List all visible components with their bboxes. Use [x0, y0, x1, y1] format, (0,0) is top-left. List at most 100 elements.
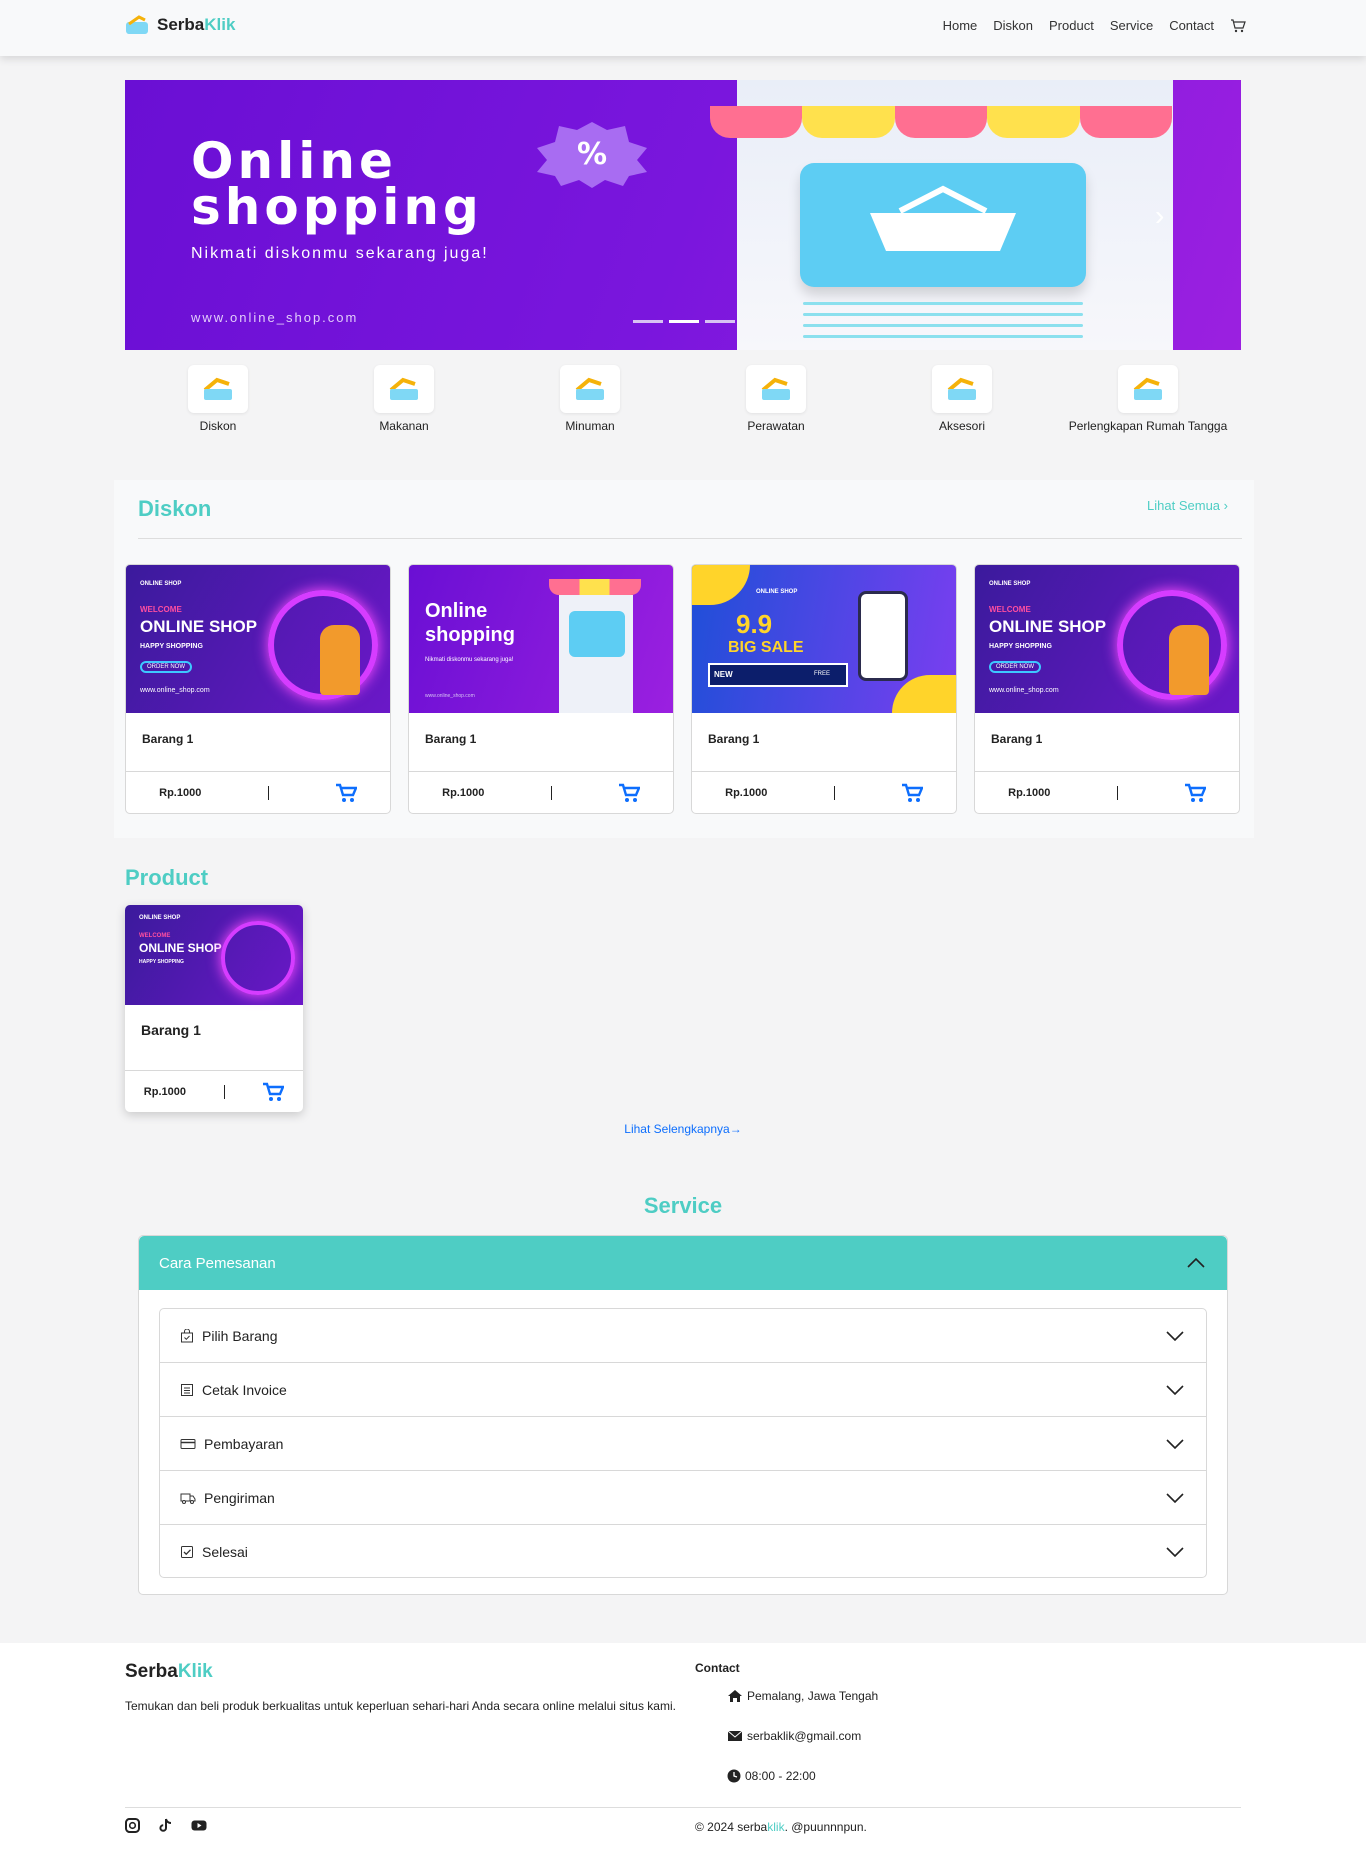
- card-footer: Rp.1000: [409, 771, 673, 813]
- hero-carousel: Online shopping % Nikmati diskonmu sekara…: [125, 80, 1241, 350]
- see-all-link[interactable]: Lihat Semua ›: [1147, 498, 1228, 513]
- accordion-header[interactable]: Cara Pemesanan: [139, 1236, 1227, 1290]
- add-to-cart-icon[interactable]: [262, 1082, 285, 1102]
- banner-title-b: shopping: [425, 624, 515, 646]
- carousel-dot[interactable]: [705, 320, 735, 323]
- carousel-dot[interactable]: [633, 320, 663, 323]
- card-footer: Rp.1000: [125, 1070, 303, 1112]
- product-image: ONLINE SHOP WELCOME ONLINE SHOP HAPPY SH…: [126, 565, 390, 713]
- online-shop-logo-icon[interactable]: [374, 365, 434, 413]
- online-shop-logo-icon[interactable]: [932, 365, 992, 413]
- banner-welcome: WELCOME: [139, 933, 171, 939]
- banner-brand: ONLINE SHOP: [139, 915, 181, 921]
- nav-diskon[interactable]: Diskon: [993, 18, 1033, 34]
- shopper-figure: [320, 625, 360, 695]
- nav-contact[interactable]: Contact: [1169, 18, 1214, 34]
- footer-divider: [125, 1807, 1241, 1808]
- card-footer: Rp.1000: [975, 771, 1239, 813]
- cart-icon[interactable]: [1230, 18, 1246, 34]
- carousel-next-icon[interactable]: ›: [1155, 200, 1164, 232]
- category-makanan[interactable]: Makanan: [311, 365, 497, 433]
- banner-welcome: WELCOME: [140, 605, 182, 614]
- shopper-figure: [1169, 625, 1209, 695]
- add-to-cart-icon[interactable]: [901, 783, 923, 803]
- banner-brand: ONLINE SHOP: [756, 589, 798, 595]
- nav-links: Home Diskon Product Service Contact: [943, 18, 1246, 34]
- address-text: Pemalang, Jawa Tengah: [747, 1689, 879, 1703]
- discount-card[interactable]: ONLINE SHOP WELCOME ONLINE SHOP HAPPY SH…: [974, 564, 1240, 814]
- banner-order: ORDER NOW: [989, 661, 1041, 673]
- online-shop-logo-icon[interactable]: [188, 365, 248, 413]
- accordion-body: Pilih Barang Cetak Invoice Pembayaran Pe…: [159, 1308, 1207, 1578]
- carousel-dot[interactable]: [669, 320, 699, 323]
- chevron-down-icon: [1166, 1547, 1184, 1557]
- online-shop-logo-icon: [126, 15, 148, 34]
- category-label: Makanan: [379, 419, 429, 433]
- separator: [223, 1084, 225, 1099]
- add-to-cart-icon[interactable]: [618, 783, 640, 803]
- banner-title: ONLINE SHOP: [140, 617, 258, 636]
- category-label: Perlengkapan Rumah Tangga: [1068, 419, 1228, 433]
- clock-icon: [727, 1769, 741, 1783]
- accordion-title: Cara Pemesanan: [159, 1254, 276, 1272]
- category-minuman[interactable]: Minuman: [497, 365, 683, 433]
- add-to-cart-icon[interactable]: [1184, 783, 1206, 803]
- discount-card[interactable]: ONLINE SHOP 9.9 BIG SALE NEW FREE Barang …: [691, 564, 957, 814]
- online-shop-logo-icon[interactable]: [560, 365, 620, 413]
- see-more-link[interactable]: Lihat Selengkapnya→: [0, 1122, 1366, 1136]
- banner-nine: 9.9: [736, 609, 773, 639]
- step-label: Pilih Barang: [202, 1327, 278, 1344]
- bag-check-icon: [181, 1328, 193, 1342]
- hero-title: Online shopping: [191, 136, 483, 232]
- phone-illustration: [858, 591, 908, 681]
- category-list: Diskon Makanan Minuman Perawatan Aksesor…: [125, 365, 1241, 433]
- separator: [267, 785, 269, 800]
- category-perlengkapan[interactable]: Perlengkapan Rumah Tangga: [1055, 365, 1241, 433]
- instagram-icon[interactable]: [125, 1818, 140, 1833]
- step-cetak-invoice[interactable]: Cetak Invoice: [160, 1363, 1206, 1417]
- add-to-cart-icon[interactable]: [335, 783, 357, 803]
- nav-service[interactable]: Service: [1110, 18, 1153, 34]
- category-perawatan[interactable]: Perawatan: [683, 365, 869, 433]
- step-pengiriman[interactable]: Pengiriman: [160, 1471, 1206, 1525]
- divider: [138, 538, 1242, 539]
- banner-brand: ONLINE SHOP: [989, 581, 1031, 587]
- category-label: Diskon: [199, 419, 237, 433]
- category-aksesori[interactable]: Aksesori: [869, 365, 1055, 433]
- step-selesai[interactable]: Selesai: [160, 1525, 1206, 1579]
- discount-card[interactable]: ONLINE SHOP WELCOME ONLINE SHOP HAPPY SH…: [125, 564, 391, 814]
- email-text: serbaklik@gmail.com: [747, 1729, 862, 1743]
- discount-card[interactable]: Online shopping Nikmati diskonmu sekarang…: [408, 564, 674, 814]
- category-label: Aksesori: [938, 419, 985, 433]
- product-image: ONLINE SHOP 9.9 BIG SALE NEW FREE: [692, 565, 956, 713]
- tiktok-icon[interactable]: [158, 1818, 173, 1833]
- neon-ring: [221, 921, 295, 995]
- online-shop-logo-icon[interactable]: [1118, 365, 1178, 413]
- banner-sub: Nikmati diskonmu sekarang juga!: [425, 657, 514, 663]
- card-footer: Rp.1000: [126, 771, 390, 813]
- step-pembayaran[interactable]: Pembayaran: [160, 1417, 1206, 1471]
- youtube-icon[interactable]: [191, 1818, 207, 1833]
- envelope-icon: [727, 1730, 743, 1741]
- check-square-icon: [181, 1546, 193, 1558]
- product-image: Online shopping Nikmati diskonmu sekarang…: [409, 565, 673, 713]
- separator: [550, 785, 552, 800]
- online-shop-logo-icon[interactable]: [746, 365, 806, 413]
- banner-title: ONLINE SHOP: [139, 941, 222, 955]
- badge-percent: %: [577, 137, 607, 172]
- category-diskon[interactable]: Diskon: [125, 365, 311, 433]
- badge-free: FREE: [814, 671, 831, 677]
- step-pilih-barang[interactable]: Pilih Barang: [160, 1309, 1206, 1363]
- step-label: Pembayaran: [204, 1435, 284, 1452]
- receipt-icon: [181, 1383, 193, 1396]
- product-name: Barang 1: [991, 732, 1043, 746]
- awning: [549, 579, 641, 595]
- chevron-down-icon: [1166, 1438, 1184, 1449]
- brand[interactable]: SerbaKlik: [125, 14, 235, 36]
- footer-brand-serba: Serba: [125, 1661, 178, 1682]
- banner-title-a: Online: [425, 600, 488, 622]
- nav-product[interactable]: Product: [1049, 18, 1094, 34]
- product-card[interactable]: ONLINE SHOP WELCOME ONLINE SHOP HAPPY SH…: [125, 905, 303, 1112]
- nav-home[interactable]: Home: [943, 18, 978, 34]
- footer-email[interactable]: serbaklik@gmail.com: [727, 1729, 861, 1743]
